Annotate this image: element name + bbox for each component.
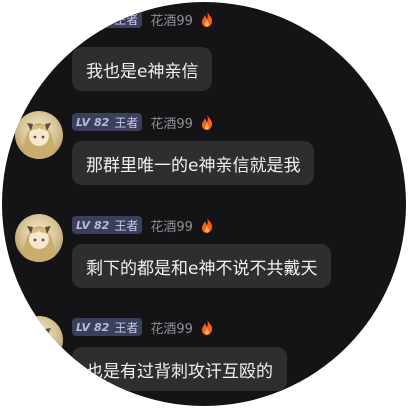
anime-avatar <box>23 123 55 159</box>
message-meta: LV 82 王者 花酒99 <box>72 214 214 236</box>
message-text: 我也是e神亲信 <box>86 61 199 82</box>
anime-avatar <box>23 328 55 364</box>
avatar[interactable] <box>15 214 63 262</box>
message-bubble[interactable]: 也是有过背刺攻讦互殴的 <box>72 347 287 391</box>
message-bubble[interactable]: 剩下的都是和e神不说不共戴天 <box>72 244 332 288</box>
fire-icon <box>201 114 213 130</box>
level-badge: LV 82 王者 <box>72 113 143 131</box>
fire-icon <box>201 319 213 335</box>
level-badge: LV 82 王者 <box>72 216 143 234</box>
message-text: 剩下的都是和e神不说不共戴天 <box>86 258 318 279</box>
message-bubble[interactable]: 那群里唯一的e神亲信就是我 <box>72 141 315 185</box>
message-meta: LV 82 王者 花酒99 <box>72 111 214 133</box>
level-badge: LV 82 王者 <box>72 318 143 336</box>
anime-avatar <box>23 226 55 262</box>
username[interactable]: 花酒99 <box>150 10 193 29</box>
username[interactable]: 花酒99 <box>150 113 193 132</box>
username[interactable]: 花酒99 <box>150 216 193 235</box>
message-meta: LV 82 王者 花酒99 <box>72 8 214 30</box>
message-text: 也是有过背刺攻讦互殴的 <box>86 361 273 382</box>
message-text: 那群里唯一的e神亲信就是我 <box>86 155 301 176</box>
level-badge: LV 82 王者 <box>72 10 143 28</box>
chat-viewport: LV 82 王者 花酒99 我也是e神亲信 LV 82 王者 花酒99 那群里唯… <box>2 2 406 406</box>
avatar[interactable] <box>15 111 63 159</box>
message-bubble[interactable]: 我也是e神亲信 <box>72 47 213 91</box>
avatar[interactable] <box>15 316 63 364</box>
username[interactable]: 花酒99 <box>150 318 193 337</box>
fire-icon <box>201 11 213 27</box>
fire-icon <box>201 217 213 233</box>
message-meta: LV 82 王者 花酒99 <box>72 316 214 338</box>
